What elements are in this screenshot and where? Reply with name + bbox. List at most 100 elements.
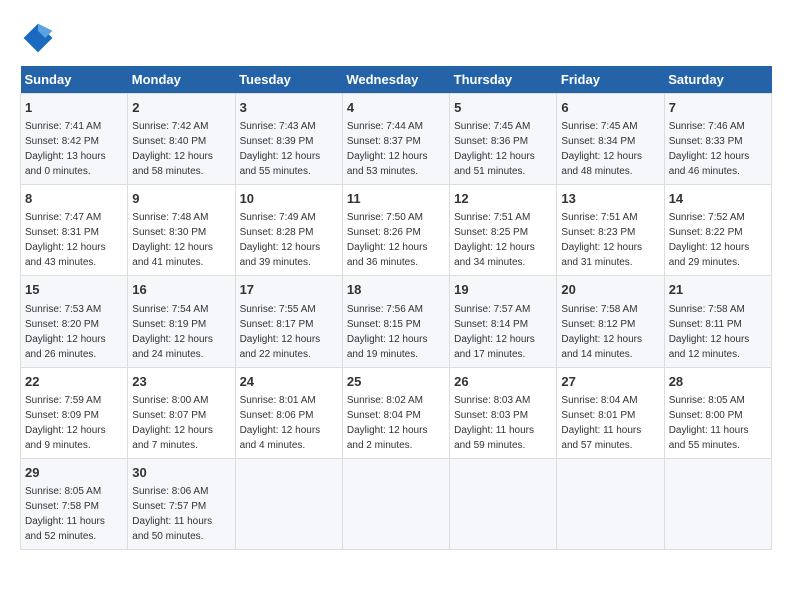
day-number: 1 (25, 99, 123, 117)
day-info: Sunrise: 7:56 AMSunset: 8:15 PMDaylight:… (347, 302, 445, 362)
column-header-saturday: Saturday (664, 66, 771, 94)
calendar-cell: 6 Sunrise: 7:45 AMSunset: 8:34 PMDaylight… (557, 94, 664, 185)
day-number: 4 (347, 99, 445, 117)
week-row-1: 1 Sunrise: 7:41 AMSunset: 8:42 PMDaylight… (21, 94, 772, 185)
day-info: Sunrise: 7:41 AMSunset: 8:42 PMDaylight:… (25, 119, 123, 179)
day-info: Sunrise: 8:01 AMSunset: 8:06 PMDaylight:… (240, 393, 338, 453)
day-number: 13 (561, 190, 659, 208)
calendar-cell (557, 458, 664, 549)
day-info: Sunrise: 8:06 AMSunset: 7:57 PMDaylight:… (132, 484, 230, 544)
calendar-table: SundayMondayTuesdayWednesdayThursdayFrid… (20, 66, 772, 550)
logo (20, 20, 62, 56)
day-number: 14 (669, 190, 767, 208)
column-header-sunday: Sunday (21, 66, 128, 94)
day-number: 28 (669, 373, 767, 391)
calendar-cell: 30 Sunrise: 8:06 AMSunset: 7:57 PMDayligh… (128, 458, 235, 549)
page-header (20, 20, 772, 56)
column-header-wednesday: Wednesday (342, 66, 449, 94)
day-info: Sunrise: 7:45 AMSunset: 8:36 PMDaylight:… (454, 119, 552, 179)
day-info: Sunrise: 8:02 AMSunset: 8:04 PMDaylight:… (347, 393, 445, 453)
day-info: Sunrise: 7:47 AMSunset: 8:31 PMDaylight:… (25, 210, 123, 270)
calendar-cell: 3 Sunrise: 7:43 AMSunset: 8:39 PMDaylight… (235, 94, 342, 185)
day-number: 5 (454, 99, 552, 117)
day-info: Sunrise: 7:57 AMSunset: 8:14 PMDaylight:… (454, 302, 552, 362)
day-info: Sunrise: 7:43 AMSunset: 8:39 PMDaylight:… (240, 119, 338, 179)
day-number: 8 (25, 190, 123, 208)
calendar-cell: 5 Sunrise: 7:45 AMSunset: 8:36 PMDaylight… (450, 94, 557, 185)
calendar-cell (235, 458, 342, 549)
calendar-cell (664, 458, 771, 549)
calendar-cell: 29 Sunrise: 8:05 AMSunset: 7:58 PMDayligh… (21, 458, 128, 549)
day-number: 3 (240, 99, 338, 117)
day-number: 11 (347, 190, 445, 208)
day-number: 7 (669, 99, 767, 117)
day-number: 23 (132, 373, 230, 391)
day-number: 20 (561, 281, 659, 299)
day-number: 19 (454, 281, 552, 299)
calendar-cell: 21 Sunrise: 7:58 AMSunset: 8:11 PMDayligh… (664, 276, 771, 367)
calendar-cell: 20 Sunrise: 7:58 AMSunset: 8:12 PMDayligh… (557, 276, 664, 367)
day-number: 2 (132, 99, 230, 117)
day-info: Sunrise: 7:44 AMSunset: 8:37 PMDaylight:… (347, 119, 445, 179)
day-info: Sunrise: 8:03 AMSunset: 8:03 PMDaylight:… (454, 393, 552, 453)
header-row: SundayMondayTuesdayWednesdayThursdayFrid… (21, 66, 772, 94)
calendar-cell: 27 Sunrise: 8:04 AMSunset: 8:01 PMDayligh… (557, 367, 664, 458)
column-header-tuesday: Tuesday (235, 66, 342, 94)
day-info: Sunrise: 7:58 AMSunset: 8:11 PMDaylight:… (669, 302, 767, 362)
day-number: 9 (132, 190, 230, 208)
week-row-4: 22Sunrise: 7:59 AMSunset: 8:09 PMDayligh… (21, 367, 772, 458)
calendar-cell: 9 Sunrise: 7:48 AMSunset: 8:30 PMDaylight… (128, 185, 235, 276)
calendar-cell: 8 Sunrise: 7:47 AMSunset: 8:31 PMDaylight… (21, 185, 128, 276)
day-info: Sunrise: 7:51 AMSunset: 8:23 PMDaylight:… (561, 210, 659, 270)
day-number: 6 (561, 99, 659, 117)
day-info: Sunrise: 8:00 AMSunset: 8:07 PMDaylight:… (132, 393, 230, 453)
week-row-5: 29 Sunrise: 8:05 AMSunset: 7:58 PMDayligh… (21, 458, 772, 549)
day-info: Sunrise: 7:53 AMSunset: 8:20 PMDaylight:… (25, 302, 123, 362)
calendar-cell: 14 Sunrise: 7:52 AMSunset: 8:22 PMDayligh… (664, 185, 771, 276)
day-number: 26 (454, 373, 552, 391)
calendar-cell: 15 Sunrise: 7:53 AMSunset: 8:20 PMDayligh… (21, 276, 128, 367)
day-info: Sunrise: 7:58 AMSunset: 8:12 PMDaylight:… (561, 302, 659, 362)
calendar-cell: 16Sunrise: 7:54 AMSunset: 8:19 PMDayligh… (128, 276, 235, 367)
day-info: Sunrise: 7:54 AMSunset: 8:19 PMDaylight:… (132, 302, 230, 362)
day-number: 18 (347, 281, 445, 299)
calendar-cell: 11Sunrise: 7:50 AMSunset: 8:26 PMDayligh… (342, 185, 449, 276)
column-header-monday: Monday (128, 66, 235, 94)
calendar-cell: 17 Sunrise: 7:55 AMSunset: 8:17 PMDayligh… (235, 276, 342, 367)
day-info: Sunrise: 7:51 AMSunset: 8:25 PMDaylight:… (454, 210, 552, 270)
day-info: Sunrise: 7:48 AMSunset: 8:30 PMDaylight:… (132, 210, 230, 270)
day-info: Sunrise: 7:49 AMSunset: 8:28 PMDaylight:… (240, 210, 338, 270)
day-number: 21 (669, 281, 767, 299)
day-number: 15 (25, 281, 123, 299)
day-info: Sunrise: 7:55 AMSunset: 8:17 PMDaylight:… (240, 302, 338, 362)
calendar-cell: 24 Sunrise: 8:01 AMSunset: 8:06 PMDayligh… (235, 367, 342, 458)
day-info: Sunrise: 7:52 AMSunset: 8:22 PMDaylight:… (669, 210, 767, 270)
day-number: 30 (132, 464, 230, 482)
day-number: 12 (454, 190, 552, 208)
calendar-cell: 2 Sunrise: 7:42 AMSunset: 8:40 PMDaylight… (128, 94, 235, 185)
day-number: 17 (240, 281, 338, 299)
calendar-cell: 1 Sunrise: 7:41 AMSunset: 8:42 PMDaylight… (21, 94, 128, 185)
day-info: Sunrise: 7:46 AMSunset: 8:33 PMDaylight:… (669, 119, 767, 179)
calendar-cell: 23 Sunrise: 8:00 AMSunset: 8:07 PMDayligh… (128, 367, 235, 458)
calendar-cell: 22Sunrise: 7:59 AMSunset: 8:09 PMDayligh… (21, 367, 128, 458)
calendar-cell: 10 Sunrise: 7:49 AMSunset: 8:28 PMDayligh… (235, 185, 342, 276)
day-info: Sunrise: 8:05 AMSunset: 7:58 PMDaylight:… (25, 484, 123, 544)
calendar-cell: 12 Sunrise: 7:51 AMSunset: 8:25 PMDayligh… (450, 185, 557, 276)
day-number: 10 (240, 190, 338, 208)
calendar-cell: 13 Sunrise: 7:51 AMSunset: 8:23 PMDayligh… (557, 185, 664, 276)
calendar-cell: 25Sunrise: 8:02 AMSunset: 8:04 PMDayligh… (342, 367, 449, 458)
day-info: Sunrise: 8:04 AMSunset: 8:01 PMDaylight:… (561, 393, 659, 453)
calendar-cell: 26 Sunrise: 8:03 AMSunset: 8:03 PMDayligh… (450, 367, 557, 458)
day-number: 22 (25, 373, 123, 391)
day-number: 29 (25, 464, 123, 482)
calendar-cell: 4 Sunrise: 7:44 AMSunset: 8:37 PMDaylight… (342, 94, 449, 185)
day-number: 24 (240, 373, 338, 391)
calendar-cell: 19 Sunrise: 7:57 AMSunset: 8:14 PMDayligh… (450, 276, 557, 367)
logo-icon (20, 20, 56, 56)
calendar-cell (342, 458, 449, 549)
day-info: Sunrise: 7:45 AMSunset: 8:34 PMDaylight:… (561, 119, 659, 179)
column-header-thursday: Thursday (450, 66, 557, 94)
day-info: Sunrise: 7:42 AMSunset: 8:40 PMDaylight:… (132, 119, 230, 179)
day-number: 27 (561, 373, 659, 391)
